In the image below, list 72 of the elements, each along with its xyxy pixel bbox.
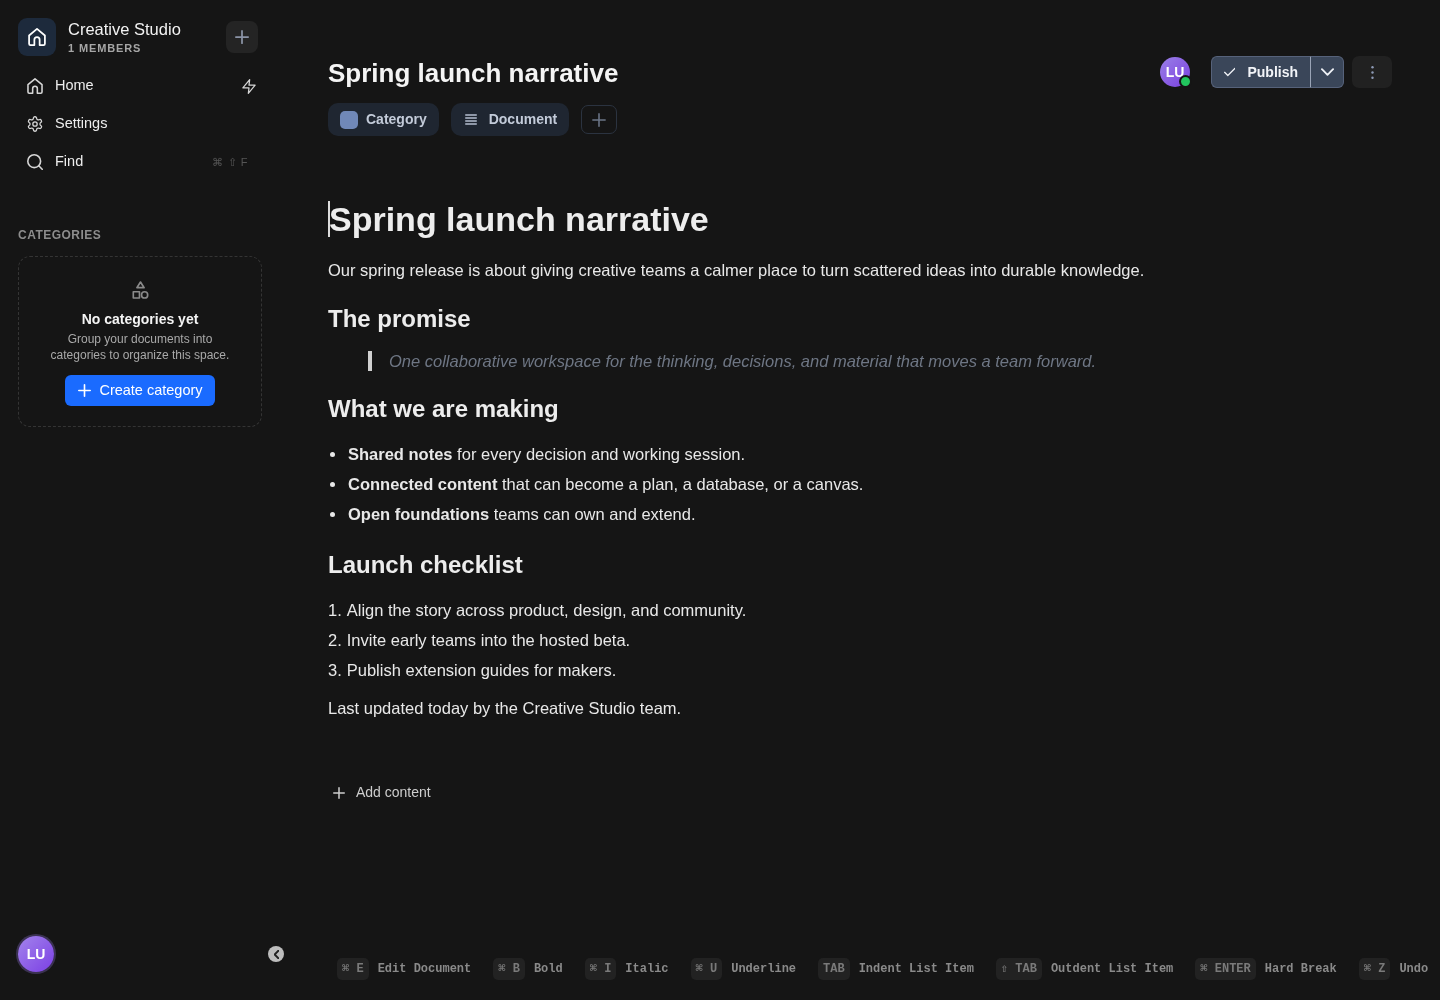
list-number: 3. <box>328 660 342 681</box>
list-item-text: Invite early teams into the hosted beta. <box>346 630 631 651</box>
shortcut-label: Underline <box>731 961 797 978</box>
publish-options-button[interactable] <box>1310 56 1344 88</box>
list-item-text: Publish extension guides for makers. <box>346 660 617 681</box>
section-heading: What we are making <box>328 394 559 424</box>
list-item-text: Align the story across product, design, and community. <box>346 600 747 621</box>
bullet-icon <box>330 451 335 457</box>
list-number: 1. <box>328 600 342 621</box>
paragraph: Last updated today by the Creative Studio team. <box>328 698 682 719</box>
nav-item[interactable]: Find <box>18 143 213 181</box>
quick-action-button[interactable] <box>242 78 256 94</box>
empty-state-title: No categories yet <box>81 310 199 328</box>
workspace-name: Creative Studio <box>68 19 181 39</box>
page-title: Spring launch narrative <box>328 57 619 90</box>
section-heading: The promise <box>328 304 471 334</box>
plus-icon <box>78 384 92 397</box>
lines-icon <box>464 114 477 125</box>
shortcut-key: ⌘ B <box>493 958 525 980</box>
shortcut-label: Outdent List Item <box>1050 961 1174 978</box>
shortcut-key: ⇧ TAB <box>995 958 1042 980</box>
collaborator-avatar: LU <box>1160 57 1190 87</box>
home-icon <box>27 78 43 94</box>
shortcut-label: Bold <box>533 961 563 978</box>
shortcut-label: Italic <box>625 961 669 978</box>
list-item-text: Shared notes for every decision and working session. <box>348 444 746 465</box>
publish-button[interactable]: Publish <box>1211 56 1310 88</box>
add-content-button[interactable]: Add content <box>328 779 436 806</box>
shortcut-label: Edit Document <box>377 961 472 978</box>
shortcut-key: ⌘ ENTER <box>1195 958 1256 980</box>
bullet-icon <box>330 481 335 487</box>
plus-icon <box>592 112 607 127</box>
list-number: 2. <box>328 630 342 651</box>
category-tag[interactable]: Category <box>328 103 439 136</box>
nav-item[interactable]: Home <box>18 67 242 105</box>
shapes-icon <box>131 281 149 299</box>
shortcut-key: ⌘ I <box>584 958 617 980</box>
collapse-sidebar-button[interactable] <box>268 946 284 962</box>
nav-item[interactable]: Settings <box>18 105 256 143</box>
section-heading: Launch checklist <box>328 550 523 580</box>
vertical-dots-icon <box>1370 65 1374 79</box>
shortcut-label: Indent List Item <box>858 961 974 978</box>
settings-icon <box>27 116 43 132</box>
member-count: 1 MEMBERS <box>68 41 143 55</box>
paragraph: Our spring release is about giving creative teams a calmer place to turn scattered ideas into durable knowledge. <box>328 260 1145 281</box>
add-button[interactable] <box>226 21 258 53</box>
shortcut-key: ⌘ U <box>690 958 723 980</box>
workspace-house-icon <box>18 18 56 56</box>
lightning-icon <box>242 78 256 94</box>
caret-icon <box>1320 68 1334 76</box>
shortcut-key: ⌘ Z <box>1358 958 1391 980</box>
search-icon <box>27 154 43 170</box>
check-icon <box>1224 66 1236 78</box>
shortcut-label: Hard Break <box>1264 961 1337 978</box>
bullet-icon <box>330 511 335 517</box>
shortcut-key: ⌘ E <box>337 958 369 980</box>
shortcut-hint: ⌘ ⇧ F <box>212 154 248 170</box>
create-category-button[interactable]: Create category <box>65 375 215 406</box>
plus-icon <box>333 786 345 799</box>
shortcut-key: TAB <box>818 958 850 980</box>
document-type-tag[interactable]: Document <box>450 103 570 136</box>
document-heading: Spring launch narrative <box>329 199 709 240</box>
section-heading: CATEGORIES <box>18 227 103 243</box>
shortcut-label: Undo <box>1399 961 1429 978</box>
user-avatar[interactable]: LU <box>18 936 54 972</box>
block-quote: One collaborative workspace for the thinking, decisions, and material that moves a team forward. <box>368 351 1097 371</box>
chevron-left-icon <box>273 949 279 959</box>
plus-icon <box>235 30 249 44</box>
list-item-text: Connected content that can become a plan, a database, or a canvas. <box>348 474 864 495</box>
add-tag-button[interactable] <box>581 105 618 134</box>
empty-state-text: Group your documents into categories to organize this space. <box>49 331 231 363</box>
list-item-text: Open foundations teams can own and extend. <box>348 504 696 525</box>
